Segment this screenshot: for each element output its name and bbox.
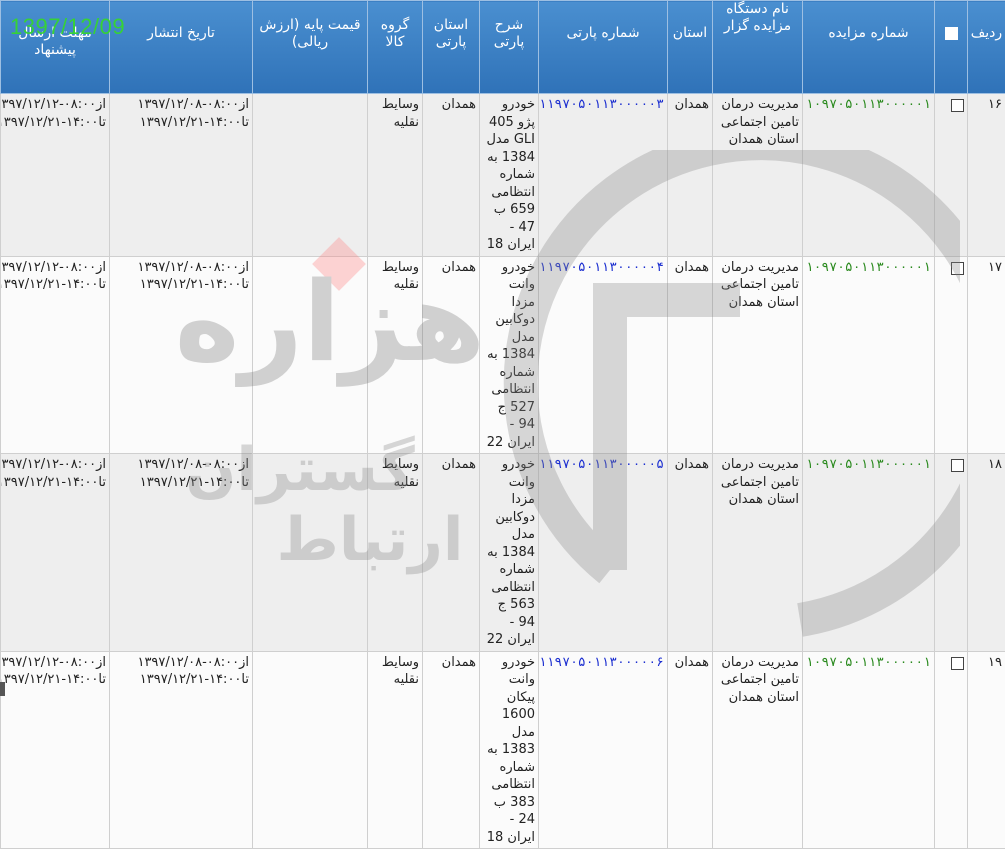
row-checkbox[interactable] xyxy=(951,99,964,112)
publish-to: تا۱۴:۰۰-۱۳۹۷/۱۲/۲۱ xyxy=(113,474,249,492)
col-header-lot-no[interactable]: شماره پارتی xyxy=(539,1,668,94)
deadline-from: از۰۸:۰۰-۱۳۹۷/۱۲/۱۲ xyxy=(4,654,106,672)
province: همدان xyxy=(668,651,713,849)
auction-number: ۱۰۹۷۰۵۰۱۱۳۰۰۰۰۰۱ xyxy=(803,256,935,454)
row-checkbox[interactable] xyxy=(951,657,964,670)
table-row[interactable]: ۱۸ ۱۰۹۷۰۵۰۱۱۳۰۰۰۰۰۱ مدیریت درمان تامین ا… xyxy=(1,454,1005,652)
publish-to: تا۱۴:۰۰-۱۳۹۷/۱۲/۲۱ xyxy=(113,671,249,689)
row-select-cell xyxy=(935,256,968,454)
publish-to: تا۱۴:۰۰-۱۳۹۷/۱۲/۲۱ xyxy=(113,276,249,294)
agency-name: مدیریت درمان تامین اجتماعی استان همدان xyxy=(713,94,803,257)
deadline-to: تا۱۴:۰۰-۱۳۹۷/۱۲/۲۱ xyxy=(4,276,106,294)
publish-from: از۰۸:۰۰-۱۳۹۷/۱۲/۰۸ xyxy=(113,259,249,277)
row-number: ۱۹ xyxy=(968,651,1005,849)
date-stamp: 1397/12/09 xyxy=(10,14,125,40)
lot-number-link[interactable]: ۱۱۹۷۰۵۰۱۱۳۰۰۰۰۰۶ xyxy=(539,651,668,849)
goods-group: وسایط نقلیه xyxy=(368,256,423,454)
goods-group: وسایط نقلیه xyxy=(368,94,423,257)
deadline-date: از۰۸:۰۰-۱۳۹۷/۱۲/۱۲ تا۱۴:۰۰-۱۳۹۷/۱۲/۲۱ xyxy=(1,454,110,652)
publish-from: از۰۸:۰۰-۱۳۹۷/۱۲/۰۸ xyxy=(113,654,249,672)
row-number: ۱۸ xyxy=(968,454,1005,652)
lot-number-link[interactable]: ۱۱۹۷۰۵۰۱۱۳۰۰۰۰۰۳ xyxy=(539,94,668,257)
deadline-date: از۰۸:۰۰-۱۳۹۷/۱۲/۱۲ تا۱۴:۰۰-۱۳۹۷/۱۲/۲۱ xyxy=(1,651,110,849)
goods-group: وسایط نقلیه xyxy=(368,454,423,652)
lot-province: همدان xyxy=(423,94,480,257)
col-header-publish-date[interactable]: تاریخ انتشار xyxy=(110,1,253,94)
table-row[interactable]: ۱۶ ۱۰۹۷۰۵۰۱۱۳۰۰۰۰۰۱ مدیریت درمان تامین ا… xyxy=(1,94,1005,257)
publish-date: از۰۸:۰۰-۱۳۹۷/۱۲/۰۸ تا۱۴:۰۰-۱۳۹۷/۱۲/۲۱ xyxy=(110,454,253,652)
lot-description: خودرو پژو 405 GLI مدل 1384 به شماره انتظ… xyxy=(480,94,539,257)
col-header-province[interactable]: استان xyxy=(668,1,713,94)
province: همدان xyxy=(668,256,713,454)
publish-to: تا۱۴:۰۰-۱۳۹۷/۱۲/۲۱ xyxy=(113,114,249,132)
agency-name: مدیریت درمان تامین اجتماعی استان همدان xyxy=(713,256,803,454)
base-price xyxy=(253,94,368,257)
deadline-from: از۰۸:۰۰-۱۳۹۷/۱۲/۱۲ xyxy=(4,96,106,114)
agency-name: مدیریت درمان تامین اجتماعی استان همدان xyxy=(713,651,803,849)
row-select-cell xyxy=(935,651,968,849)
auction-number: ۱۰۹۷۰۵۰۱۱۳۰۰۰۰۰۱ xyxy=(803,651,935,849)
publish-from: از۰۸:۰۰-۱۳۹۷/۱۲/۰۸ xyxy=(113,96,249,114)
col-header-auction-no[interactable]: شماره مزایده xyxy=(803,1,935,94)
col-header-agency[interactable]: نام دستگاه مزایده گزار xyxy=(713,1,803,94)
publish-date: از۰۸:۰۰-۱۳۹۷/۱۲/۰۸ تا۱۴:۰۰-۱۳۹۷/۱۲/۲۱ xyxy=(110,651,253,849)
publish-date: از۰۸:۰۰-۱۳۹۷/۱۲/۰۸ تا۱۴:۰۰-۱۳۹۷/۱۲/۲۱ xyxy=(110,256,253,454)
table-row[interactable]: ۱۷ ۱۰۹۷۰۵۰۱۱۳۰۰۰۰۰۱ مدیریت درمان تامین ا… xyxy=(1,256,1005,454)
col-header-row-number[interactable]: ردیف xyxy=(968,1,1005,94)
publish-from: از۰۸:۰۰-۱۳۹۷/۱۲/۰۸ xyxy=(113,456,249,474)
deadline-date: از۰۸:۰۰-۱۳۹۷/۱۲/۱۲ تا۱۴:۰۰-۱۳۹۷/۱۲/۲۱ xyxy=(1,94,110,257)
lot-description: خودرو وانت مزدا دوکابین مدل 1384 به شمار… xyxy=(480,256,539,454)
table-row[interactable]: ۱۹ ۱۰۹۷۰۵۰۱۱۳۰۰۰۰۰۱ مدیریت درمان تامین ا… xyxy=(1,651,1005,849)
row-checkbox[interactable] xyxy=(951,262,964,275)
lot-number-link[interactable]: ۱۱۹۷۰۵۰۱۱۳۰۰۰۰۰۵ xyxy=(539,454,668,652)
deadline-from: از۰۸:۰۰-۱۳۹۷/۱۲/۱۲ xyxy=(4,259,106,277)
row-number: ۱۷ xyxy=(968,256,1005,454)
deadline-to: تا۱۴:۰۰-۱۳۹۷/۱۲/۲۱ xyxy=(4,474,106,492)
auction-number: ۱۰۹۷۰۵۰۱۱۳۰۰۰۰۰۱ xyxy=(803,454,935,652)
row-select-cell xyxy=(935,94,968,257)
lot-province: همدان xyxy=(423,454,480,652)
deadline-to: تا۱۴:۰۰-۱۳۹۷/۱۲/۲۱ xyxy=(4,114,106,132)
lot-number-link[interactable]: ۱۱۹۷۰۵۰۱۱۳۰۰۰۰۰۴ xyxy=(539,256,668,454)
auction-number: ۱۰۹۷۰۵۰۱۱۳۰۰۰۰۰۱ xyxy=(803,94,935,257)
row-select-cell xyxy=(935,454,968,652)
row-checkbox[interactable] xyxy=(951,459,964,472)
col-header-group[interactable]: گروه کالا xyxy=(368,1,423,94)
lot-province: همدان xyxy=(423,256,480,454)
col-header-select-all[interactable] xyxy=(935,1,968,94)
table-header-row: ردیف شماره مزایده نام دستگاه مزایده گزار… xyxy=(1,1,1005,94)
base-price xyxy=(253,256,368,454)
province: همدان xyxy=(668,454,713,652)
auction-list-page: 1397/12/09 ردیف شماره مزایده نام دستگاه … xyxy=(0,0,1005,787)
deadline-date: از۰۸:۰۰-۱۳۹۷/۱۲/۱۲ تا۱۴:۰۰-۱۳۹۷/۱۲/۲۱ xyxy=(1,256,110,454)
lot-description: خودرو وانت پیکان 1600 مدل 1383 به شماره … xyxy=(480,651,539,849)
select-all-checkbox[interactable] xyxy=(945,27,958,40)
scroll-marker xyxy=(0,682,5,696)
lot-description: خودرو وانت مزدا دوکابین مدل 1384 به شمار… xyxy=(480,454,539,652)
agency-name: مدیریت درمان تامین اجتماعی استان همدان xyxy=(713,454,803,652)
row-number: ۱۶ xyxy=(968,94,1005,257)
col-header-lot-desc[interactable]: شرح پارتی xyxy=(480,1,539,94)
publish-date: از۰۸:۰۰-۱۳۹۷/۱۲/۰۸ تا۱۴:۰۰-۱۳۹۷/۱۲/۲۱ xyxy=(110,94,253,257)
province: همدان xyxy=(668,94,713,257)
deadline-from: از۰۸:۰۰-۱۳۹۷/۱۲/۱۲ xyxy=(4,456,106,474)
auction-table: ردیف شماره مزایده نام دستگاه مزایده گزار… xyxy=(0,0,1005,849)
deadline-to: تا۱۴:۰۰-۱۳۹۷/۱۲/۲۱ xyxy=(4,671,106,689)
base-price xyxy=(253,651,368,849)
lot-province: همدان xyxy=(423,651,480,849)
col-header-lot-province[interactable]: استان پارتی xyxy=(423,1,480,94)
base-price xyxy=(253,454,368,652)
col-header-base-price[interactable]: قیمت پایه (ارزش ریالی) xyxy=(253,1,368,94)
goods-group: وسایط نقلیه xyxy=(368,651,423,849)
